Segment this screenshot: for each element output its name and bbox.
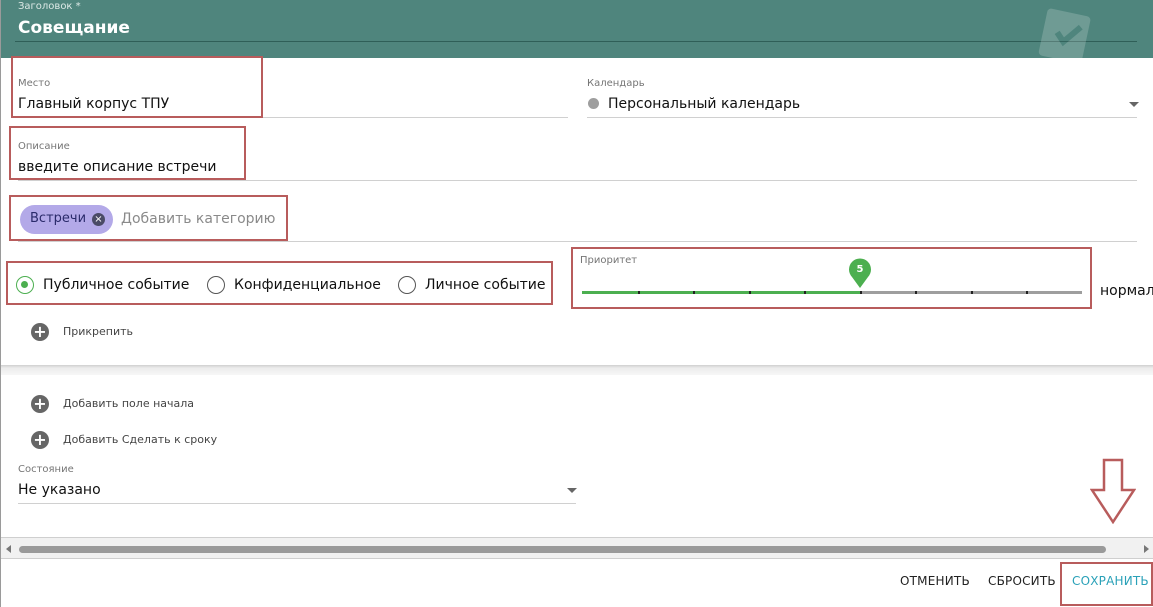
add-start-icon[interactable]: +: [31, 395, 49, 413]
add-start-link[interactable]: Добавить поле начала: [63, 397, 194, 410]
calendar-underline: [587, 117, 1137, 118]
chevron-down-icon[interactable]: [1129, 102, 1139, 107]
highlight-priority: [571, 247, 1092, 309]
title-underline: [15, 41, 1137, 42]
horizontal-scrollbar[interactable]: [1, 537, 1153, 559]
scrollbar-thumb[interactable]: [19, 546, 1106, 553]
highlight-save: [1060, 562, 1153, 606]
calendar-select[interactable]: Персональный календарь: [608, 96, 800, 112]
priority-text: нормаль: [1100, 283, 1153, 299]
state-label: Состояние: [18, 464, 74, 475]
description-underline: [18, 180, 1137, 181]
add-due-link[interactable]: Добавить Сделать к сроку: [63, 433, 217, 446]
event-dialog: Заголовок * Совещание Место Главный корп…: [0, 0, 1153, 607]
state-select[interactable]: Не указано: [18, 482, 101, 498]
chevron-down-icon[interactable]: [567, 488, 577, 493]
clipboard-check-icon: [1038, 8, 1091, 58]
calendar-color-dot: [588, 98, 599, 109]
scroll-right-icon[interactable]: [1144, 545, 1149, 553]
scroll-left-icon[interactable]: [6, 545, 11, 553]
category-underline: [18, 241, 1137, 242]
highlight-place: [11, 56, 263, 118]
title-input[interactable]: Совещание: [18, 18, 130, 38]
reset-button[interactable]: СБРОСИТЬ: [988, 574, 1056, 588]
title-label: Заголовок *: [18, 1, 81, 12]
highlight-categories: [9, 195, 288, 241]
section-divider: [1, 365, 1153, 375]
add-attachment-icon[interactable]: +: [31, 323, 49, 341]
highlight-description: [9, 126, 246, 180]
cancel-button[interactable]: ОТМЕНИТЬ: [900, 574, 970, 588]
attach-link[interactable]: Прикрепить: [63, 325, 133, 338]
add-due-icon[interactable]: +: [31, 431, 49, 449]
highlight-visibility: [6, 261, 553, 305]
down-arrow-icon: [1090, 458, 1136, 524]
dialog-header: Заголовок * Совещание: [1, 0, 1153, 58]
state-underline: [18, 503, 576, 504]
calendar-label: Календарь: [587, 78, 645, 89]
